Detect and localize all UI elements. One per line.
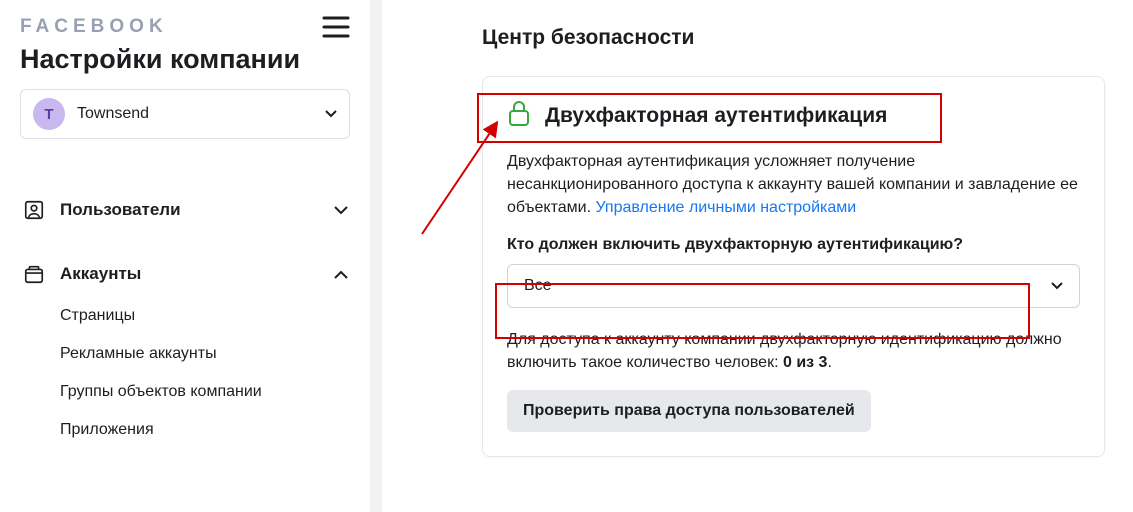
users-icon [22,199,46,221]
company-name: Townsend [77,105,313,123]
two-factor-scope-select[interactable]: Все [507,264,1080,308]
sidebar-subitem-pages[interactable]: Страницы [60,297,350,335]
main-content: Центр безопасности Двухфакторная аутенти… [382,0,1133,512]
sidebar-item-users[interactable]: Пользователи [20,187,350,233]
avatar: T [33,98,65,130]
two-factor-info: Для доступа к аккаунту компании двухфакт… [507,328,1080,374]
card-description: Двухфакторная аутентификация усложняет п… [507,150,1080,220]
two-factor-question: Кто должен включить двухфакторную аутент… [507,236,1080,254]
sidebar-item-label: Пользователи [60,200,181,220]
caret-down-icon [325,105,337,123]
select-value: Все [524,277,552,295]
info-count: 0 из 3 [783,354,827,371]
divider [370,0,382,512]
company-selector[interactable]: T Townsend [20,89,350,139]
sidebar-item-label: Аккаунты [60,264,141,284]
menu-icon[interactable] [322,16,350,38]
two-factor-card: Двухфакторная аутентификация Двухфакторн… [482,76,1105,457]
sidebar-subitem-apps[interactable]: Приложения [60,411,350,449]
chevron-up-icon [334,264,348,284]
sidebar-subitem-ad-accounts[interactable]: Рекламные аккаунты [60,335,350,373]
lock-icon [507,99,531,132]
page-title: Центр безопасности [382,20,1133,76]
sidebar-subitem-asset-groups[interactable]: Группы объектов компании [60,373,350,411]
card-title: Двухфакторная аутентификация [545,104,887,128]
info-suffix: . [827,354,831,371]
sidebar-item-accounts[interactable]: Аккаунты [20,251,350,297]
brand-logo: FACEBOOK [20,16,168,38]
settings-title: Настройки компании [20,44,350,75]
manage-settings-link[interactable]: Управление личными настройками [595,199,856,216]
chevron-down-icon [334,200,348,220]
sidebar: FACEBOOK Настройки компании T Townsend П… [0,0,370,512]
caret-down-icon [1051,277,1063,295]
accounts-icon [22,263,46,285]
check-access-button[interactable]: Проверить права доступа пользователей [507,390,871,432]
accounts-subitems: Страницы Рекламные аккаунты Группы объек… [20,297,350,449]
